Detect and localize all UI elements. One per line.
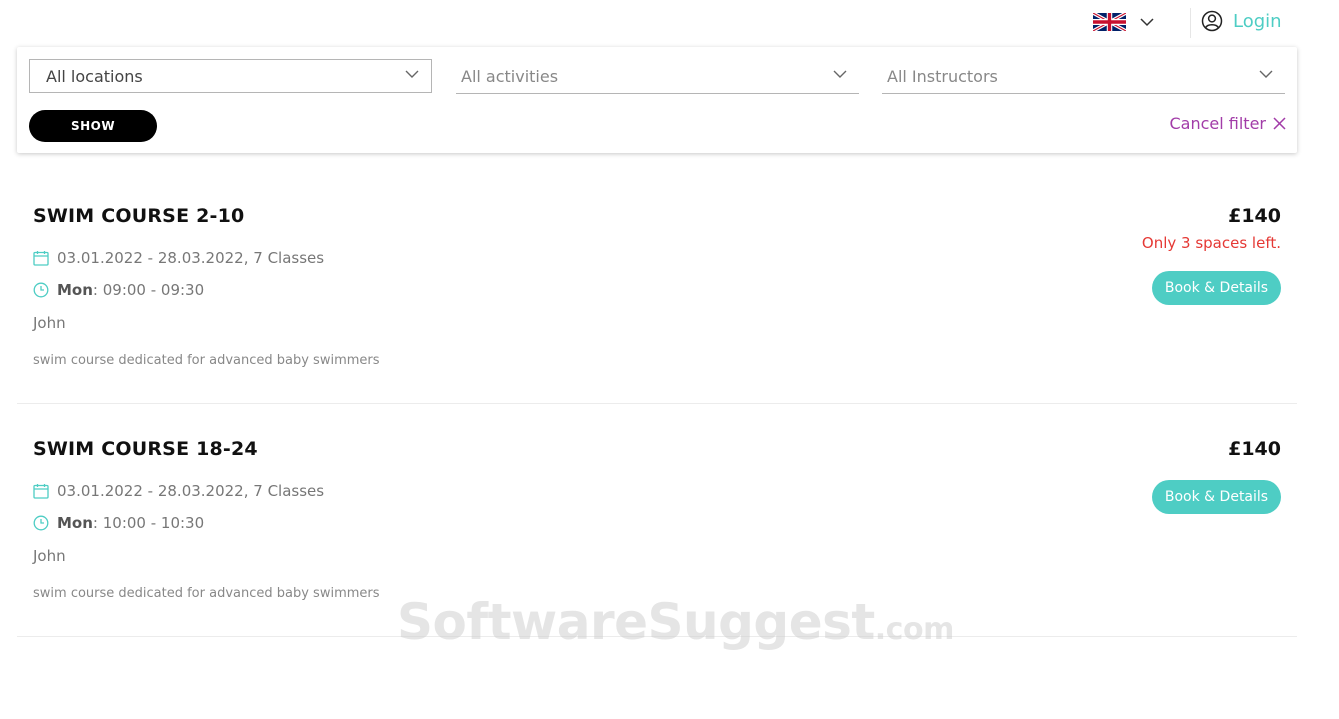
course-title: SWIM COURSE 18-24 xyxy=(33,438,258,460)
chevron-down-icon xyxy=(405,70,419,78)
activity-select[interactable]: All activities xyxy=(456,60,859,94)
course-schedule: Mon: 10:00 - 10:30 xyxy=(33,514,204,532)
filter-panel: All locations All activities All Instruc… xyxy=(17,47,1297,153)
course-day: Mon xyxy=(57,514,93,532)
uk-flag-icon xyxy=(1093,13,1126,31)
language-selector[interactable] xyxy=(1093,13,1154,31)
top-bar: Login xyxy=(0,0,1339,46)
course-description: swim course dedicated for advanced baby … xyxy=(33,353,380,368)
login-label: Login xyxy=(1233,10,1282,32)
course-description: swim course dedicated for advanced baby … xyxy=(33,586,380,601)
course-title: SWIM COURSE 2-10 xyxy=(33,205,245,227)
login-link[interactable]: Login xyxy=(1201,10,1282,32)
watermark-suffix: .com xyxy=(874,612,955,647)
clock-icon xyxy=(33,282,49,298)
clock-icon xyxy=(33,515,49,531)
cancel-filter-label: Cancel filter xyxy=(1169,114,1266,133)
chevron-down-icon xyxy=(1259,70,1273,78)
course-schedule-text: Mon: 10:00 - 10:30 xyxy=(57,514,204,532)
course-day: Mon xyxy=(57,281,93,299)
watermark-name: SoftwareSuggest xyxy=(397,593,875,651)
location-select[interactable]: All locations xyxy=(29,59,432,93)
course-dates: 03.01.2022 - 28.03.2022, 7 Classes xyxy=(33,482,324,500)
course-instructor: John xyxy=(33,547,66,565)
course-price: £140 xyxy=(1228,205,1281,227)
chevron-down-icon xyxy=(833,70,847,78)
location-select-value: All locations xyxy=(46,66,143,86)
show-button[interactable]: SHOW xyxy=(29,110,157,142)
instructor-select-value: All Instructors xyxy=(887,67,998,86)
course-price: £140 xyxy=(1228,438,1281,460)
header-divider xyxy=(1190,8,1191,38)
cancel-filter-link[interactable]: Cancel filter xyxy=(1169,114,1286,133)
availability-notice: Only 3 spaces left. xyxy=(1141,234,1281,252)
calendar-icon xyxy=(33,484,49,499)
user-icon xyxy=(1201,10,1223,32)
course-card: SWIM COURSE 2-10 03.01.2022 - 28.03.2022… xyxy=(17,156,1297,404)
course-schedule-text: Mon: 09:00 - 09:30 xyxy=(57,281,204,299)
course-schedule: Mon: 09:00 - 09:30 xyxy=(33,281,204,299)
course-time: : 10:00 - 10:30 xyxy=(92,514,205,532)
course-dates: 03.01.2022 - 28.03.2022, 7 Classes xyxy=(33,249,324,267)
course-time: : 09:00 - 09:30 xyxy=(92,281,205,299)
chevron-down-icon xyxy=(1140,17,1154,26)
course-instructor: John xyxy=(33,314,66,332)
course-dates-text: 03.01.2022 - 28.03.2022, 7 Classes xyxy=(57,482,325,500)
activity-select-value: All activities xyxy=(461,67,559,86)
course-dates-text: 03.01.2022 - 28.03.2022, 7 Classes xyxy=(57,249,325,267)
close-icon xyxy=(1273,117,1286,130)
calendar-icon xyxy=(33,251,49,266)
watermark: SoftwareSuggest.com xyxy=(397,593,954,651)
instructor-select[interactable]: All Instructors xyxy=(882,60,1285,94)
book-details-button[interactable]: Book & Details xyxy=(1152,271,1281,305)
book-details-button[interactable]: Book & Details xyxy=(1152,480,1281,514)
